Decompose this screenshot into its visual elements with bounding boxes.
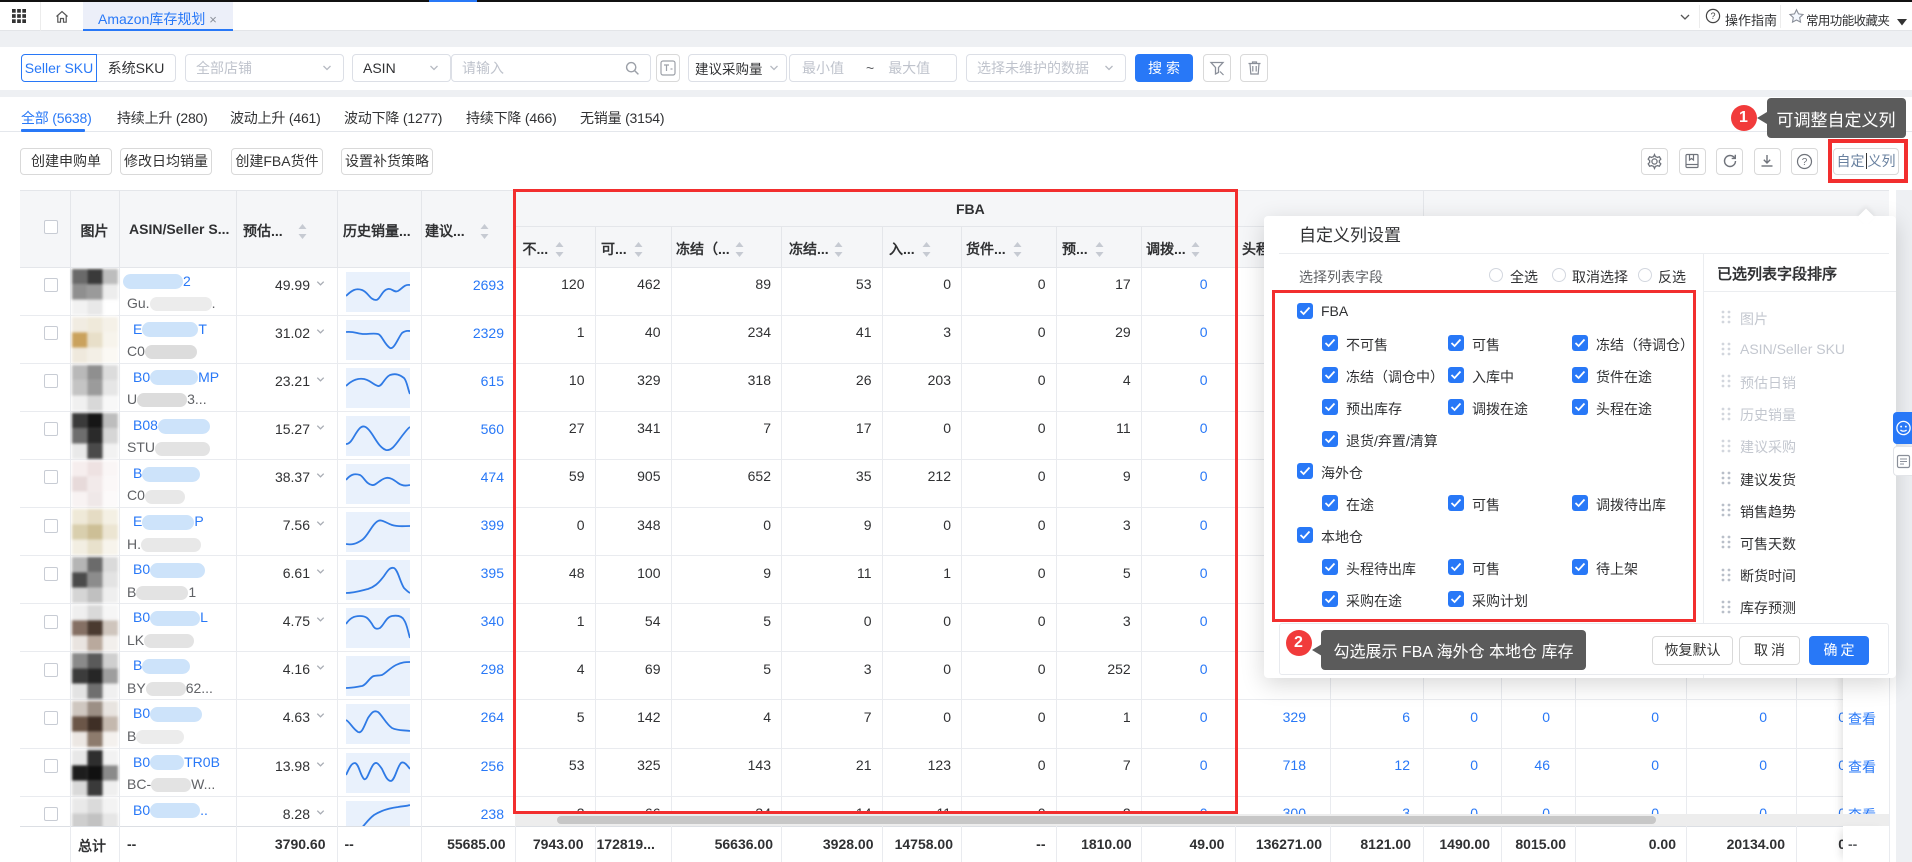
svg-text:?: ? bbox=[1710, 11, 1715, 21]
svg-text:?: ? bbox=[1802, 157, 1808, 168]
